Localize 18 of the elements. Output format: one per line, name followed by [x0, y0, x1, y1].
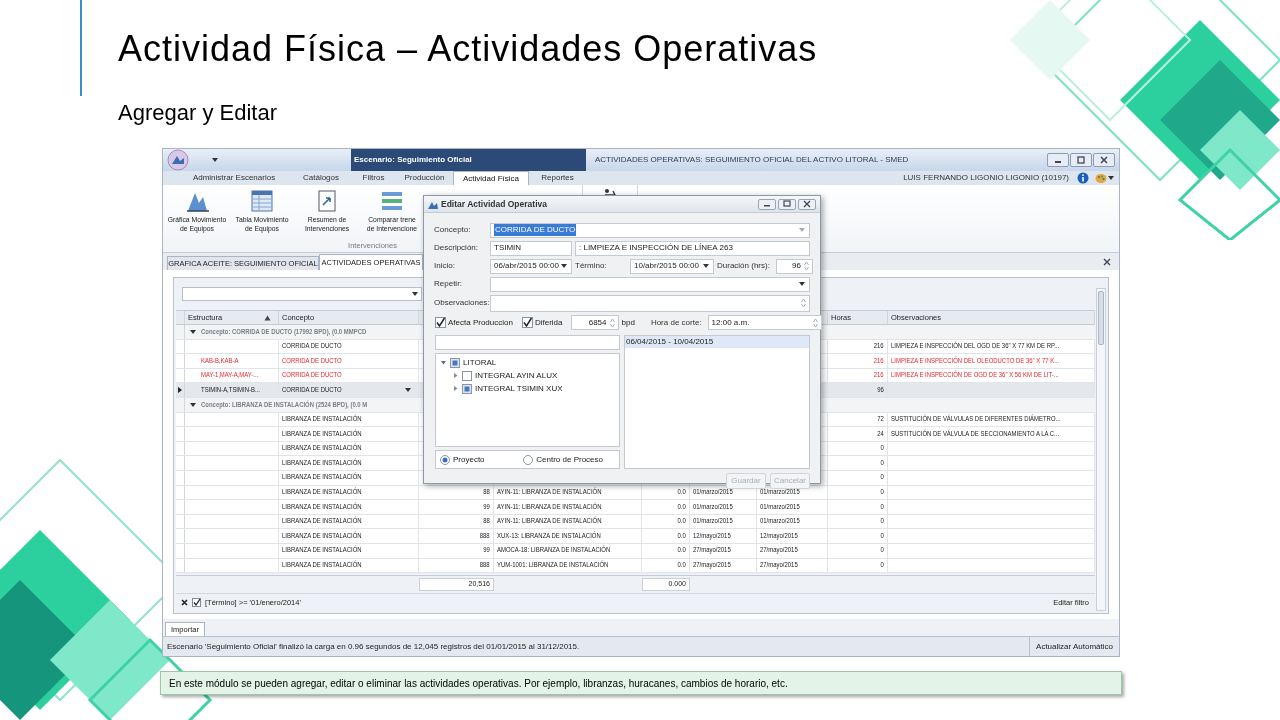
status-text: Actualizar Automático: [1036, 640, 1113, 653]
user-name: LUIS FERNANDO LIGONIO LIGONIO (10197): [903, 172, 1069, 184]
unit-label: bpd: [621, 316, 635, 329]
caption: En este módulo se pueden agregar, editar o eliminar las actividades operativas. Por ejemplo, libranzas, huracanes, cambios de horario, etc.: [160, 671, 1122, 695]
field-label: Duración (hrs):: [717, 260, 771, 272]
slide-title: Actividad Física – Actividades Operativas: [118, 27, 818, 71]
status-text: Escenario 'Seguimiento Oficial' finalizó la carga en 0.96 segundos de 12,045 registros del 01/01/2015 al 31/12/2015.: [167, 640, 580, 653]
dialog-title: Editar Actividad Operativa: [441, 197, 547, 211]
field-label: Repetir:: [434, 278, 463, 290]
scenario-label: Escenario: Seguimiento Oficial: [351, 149, 586, 171]
field-label: Hora de corte:: [650, 316, 702, 329]
field-label: Inicio:: [434, 260, 456, 272]
field-label: Término:: [575, 260, 608, 272]
field-label: Observaciones:: [434, 297, 487, 309]
window-title: ACTIVIDADES OPERATIVAS: SEGUIMIENTO OFICIAL DEL ACTIVO LITORAL - SMED: [595, 154, 909, 166]
field-label: Descripción:: [434, 242, 479, 254]
field-label: Concepto:: [434, 224, 472, 236]
slide-subtitle: Agregar y Editar: [118, 99, 277, 127]
